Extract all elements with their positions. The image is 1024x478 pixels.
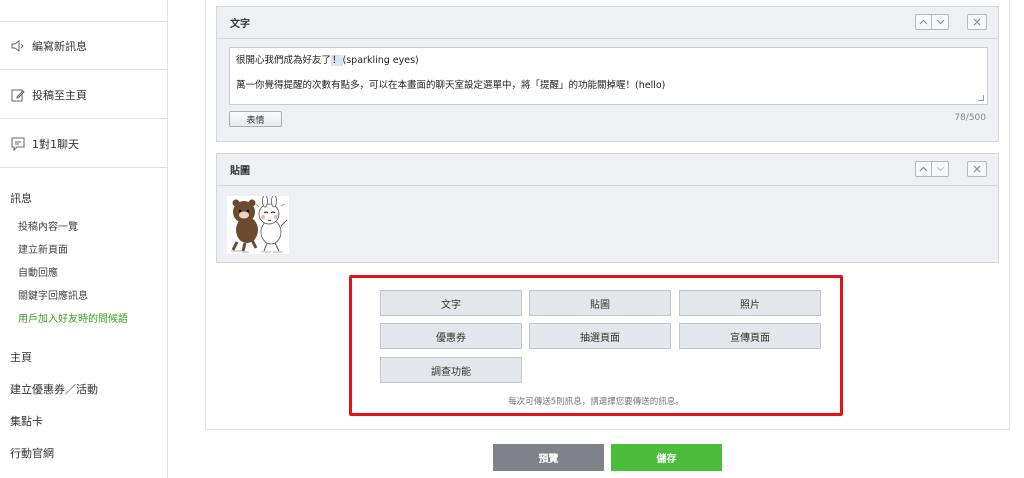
character-counter: 78/500 xyxy=(954,113,986,123)
resize-handle[interactable] xyxy=(978,95,984,101)
sidebar-item-post-home[interactable]: 投稿至主頁 xyxy=(0,71,167,119)
sidebar-sub-keyword-reply[interactable]: 關鍵字回應訊息 xyxy=(18,287,88,302)
add-lottery-page-button[interactable]: 抽選頁面 xyxy=(529,323,671,349)
move-down-icon[interactable] xyxy=(932,15,948,29)
sticker-panel-header: 貼圖 xyxy=(217,154,998,186)
close-icon[interactable] xyxy=(967,161,987,177)
emoji-button[interactable]: 表情 xyxy=(229,111,282,127)
add-survey-button[interactable]: 調查功能 xyxy=(380,357,522,383)
sidebar-sub-greeting[interactable]: 用戶加入好友時的問候語 xyxy=(18,310,128,325)
edit-icon xyxy=(10,87,26,103)
sticker-message-panel: 貼圖 xyxy=(216,153,999,263)
sidebar-item-point-card[interactable]: 集點卡 xyxy=(10,413,43,429)
sidebar-item-home[interactable]: 主頁 xyxy=(10,349,32,365)
sidebar-top-divider xyxy=(0,0,167,22)
message-line2-text: 萬一你覺得提醒的次數有點多，可以在本畫面的聊天室設定選單中，將「提醒」的功能關掉… xyxy=(236,80,666,91)
sidebar-sub-new-page[interactable]: 建立新頁面 xyxy=(18,241,68,256)
add-photo-button[interactable]: 照片 xyxy=(679,290,821,316)
text-message-panel: 文字 很開心我們成為好友了！(sparkling eyes) 萬一你覺得提醒的次… xyxy=(216,6,999,142)
sidebar-item-label: 投稿至主頁 xyxy=(32,88,87,102)
close-icon[interactable] xyxy=(967,14,987,30)
message-limit-hint: 每次可傳送5則訊息，請選擇您要傳送的訊息。 xyxy=(508,397,684,407)
add-text-button[interactable]: 文字 xyxy=(380,290,522,316)
move-controls xyxy=(915,14,949,30)
message-highlight: ！ xyxy=(331,55,343,66)
sidebar-item-label: 1對1聊天 xyxy=(32,137,79,151)
add-coupon-button[interactable]: 優惠券 xyxy=(380,323,522,349)
sidebar-item-1on1-chat[interactable]: 1對1聊天 xyxy=(0,120,167,168)
move-controls xyxy=(915,161,949,177)
message-line1-text: 很開心我們成為好友了 xyxy=(236,55,332,66)
speaker-icon xyxy=(10,38,26,54)
save-button[interactable]: 儲存 xyxy=(611,444,722,471)
sidebar-item-label: 編寫新訊息 xyxy=(32,39,87,53)
sidebar: 編寫新訊息 投稿至主頁 1對1聊天 訊息 投稿內容一覽 建立新頁面 自動回應 關… xyxy=(0,0,168,478)
sidebar-item-mobile-site[interactable]: 行動官網 xyxy=(10,445,54,461)
move-down-icon[interactable] xyxy=(932,162,948,176)
chat-icon xyxy=(10,136,26,152)
sidebar-item-compose[interactable]: 編寫新訊息 xyxy=(0,22,167,70)
text-panel-header: 文字 xyxy=(217,7,998,39)
sidebar-section-messages: 訊息 xyxy=(10,192,32,205)
text-panel-title: 文字 xyxy=(230,19,250,30)
sidebar-sub-auto-reply[interactable]: 自動回應 xyxy=(18,264,58,279)
add-sticker-button[interactable]: 貼圖 xyxy=(529,290,671,316)
sticker-panel-title: 貼圖 xyxy=(230,166,250,177)
move-up-icon[interactable] xyxy=(916,15,932,29)
move-up-icon[interactable] xyxy=(916,162,932,176)
sidebar-item-coupon[interactable]: 建立優惠券／活動 xyxy=(10,381,98,397)
sidebar-sub-post-list[interactable]: 投稿內容一覽 xyxy=(18,218,78,233)
sticker-image[interactable] xyxy=(227,194,289,254)
message-line1-emoji: (sparkling eyes) xyxy=(342,55,419,66)
preview-button[interactable]: 預覽 xyxy=(493,444,604,471)
add-promo-page-button[interactable]: 宣傳頁面 xyxy=(679,323,821,349)
message-textarea[interactable]: 很開心我們成為好友了！(sparkling eyes) 萬一你覺得提醒的次數有點… xyxy=(229,47,988,105)
